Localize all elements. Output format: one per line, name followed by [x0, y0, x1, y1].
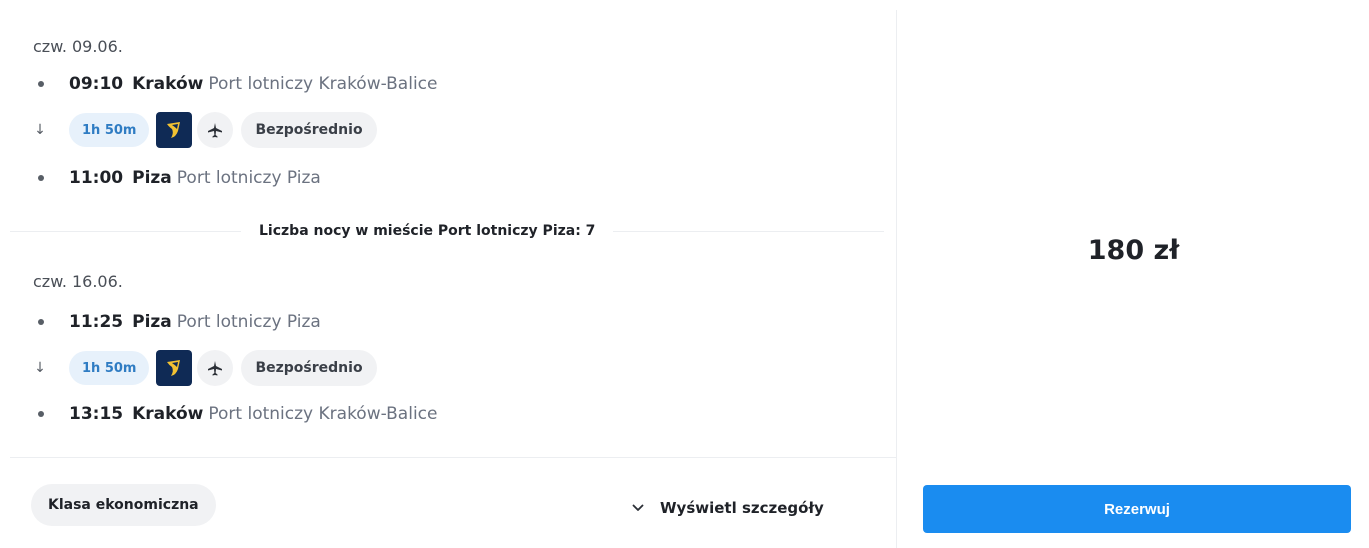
departure-city: Kraków [132, 74, 204, 94]
nights-label: Liczba nocy w mieście Port lotniczy Piza… [241, 220, 614, 242]
footer-divider [10, 457, 896, 458]
airline-logo-icon [156, 112, 193, 148]
price-label: 180 zł [1087, 235, 1180, 266]
timeline-dot [38, 319, 44, 325]
return-segment: ↓ 1h 50m Bezpośrednio [33, 350, 377, 386]
return-departure: 11:25 Piza Port lotniczy Piza [38, 310, 321, 334]
arrow-down-icon: ↓ [34, 122, 46, 138]
departure-city: Piza [132, 312, 172, 332]
cabin-class-badge: Klasa ekonomiczna [31, 484, 216, 526]
arrival-airport: Port lotniczy Piza [176, 168, 321, 188]
reserve-button[interactable]: Rezerwuj [923, 485, 1351, 533]
departure-time: 09:10 [69, 74, 124, 94]
flight-result-card: czw. 09.06. 09:10 Kraków Port lotniczy K… [0, 0, 1369, 548]
plane-icon [197, 350, 234, 386]
departure-time: 11:25 [69, 312, 124, 332]
timeline-dot [38, 81, 44, 87]
timeline-dot [38, 175, 44, 181]
show-details-button[interactable]: Wyświetl szczegóły [632, 494, 824, 522]
arrival-time: 13:15 [69, 404, 124, 424]
duration-badge: 1h 50m [69, 113, 150, 147]
return-date: czw. 16.06. [33, 272, 123, 291]
arrival-city: Kraków [132, 404, 204, 424]
timeline-dot [38, 411, 44, 417]
arrival-city: Piza [132, 168, 172, 188]
outbound-arrival: 11:00 Piza Port lotniczy Piza [38, 166, 321, 190]
departure-airport: Port lotniczy Kraków-Balice [208, 74, 438, 94]
departure-airport: Port lotniczy Piza [176, 312, 321, 332]
return-arrival: 13:15 Kraków Port lotniczy Kraków-Balice [38, 402, 437, 426]
plane-icon [197, 112, 234, 148]
arrival-time: 11:00 [69, 168, 124, 188]
itinerary-panel: czw. 09.06. 09:10 Kraków Port lotniczy K… [0, 0, 896, 548]
airline-logo-icon [156, 350, 193, 386]
outbound-departure: 09:10 Kraków Port lotniczy Kraków-Balice [38, 72, 437, 96]
booking-panel: 180 zł Rezerwuj [896, 10, 1369, 548]
outbound-date: czw. 09.06. [33, 37, 123, 56]
show-details-label: Wyświetl szczegóły [660, 499, 824, 517]
duration-badge: 1h 50m [69, 351, 150, 385]
stops-badge: Bezpośrednio [241, 350, 377, 386]
stops-badge: Bezpośrednio [241, 112, 377, 148]
arrival-airport: Port lotniczy Kraków-Balice [208, 404, 438, 424]
chevron-down-icon [632, 504, 644, 512]
arrow-down-icon: ↓ [34, 360, 46, 376]
outbound-segment: ↓ 1h 50m Bezpośrednio [33, 112, 377, 148]
